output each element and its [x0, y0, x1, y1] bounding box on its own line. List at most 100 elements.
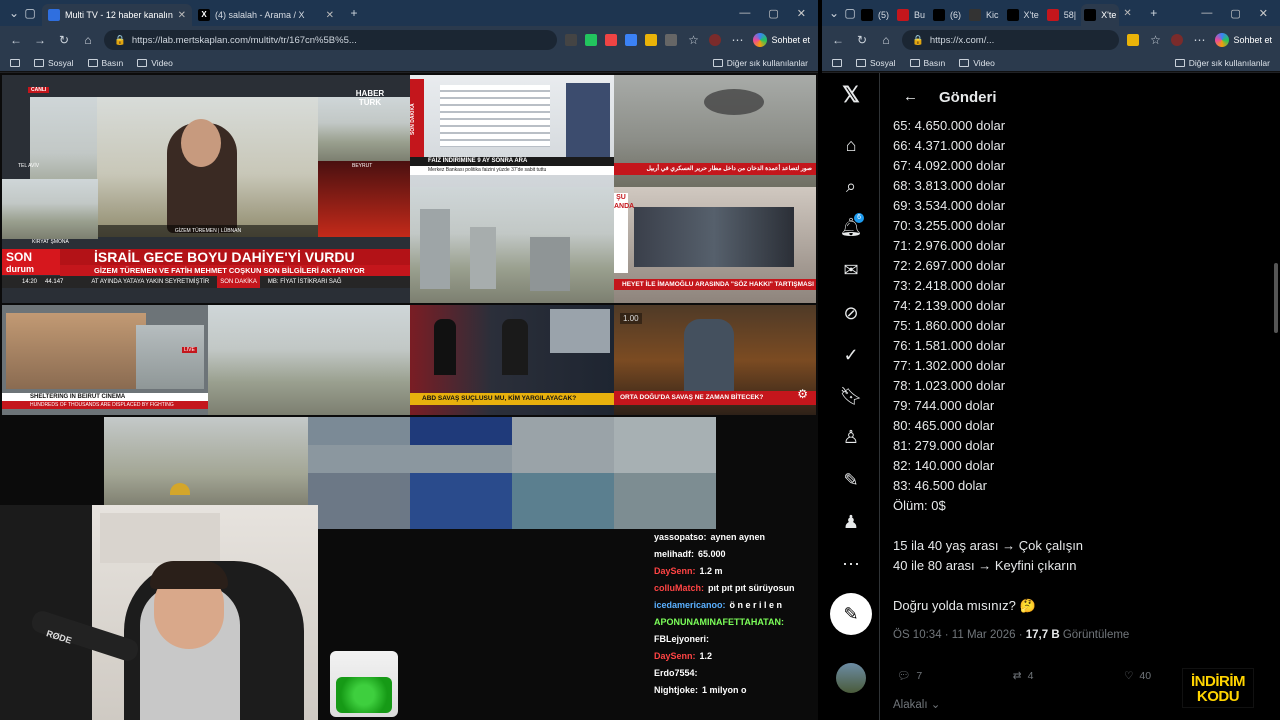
home-icon[interactable]: ⌂	[80, 33, 96, 47]
bookmark-video[interactable]: Video	[137, 58, 173, 68]
tab-actions-icon[interactable]: ⌄	[826, 6, 842, 20]
back-arrow-icon[interactable]: ←	[903, 88, 918, 105]
tv-skyline[interactable]	[410, 187, 614, 303]
notifications-bell-icon[interactable]: 🔔︎ 6	[836, 213, 866, 239]
home-icon[interactable]: ⌂	[836, 133, 866, 157]
close-window-icon[interactable]: ✕	[1259, 7, 1268, 20]
extension-icon[interactable]	[665, 34, 678, 46]
back-icon[interactable]: ←	[8, 33, 24, 47]
tv-cnbc[interactable]: SON DAKİKA FAİZ İNDİRİMİNE 9 AY SONRA AR…	[410, 75, 614, 187]
right-tab[interactable]: Bu	[894, 4, 928, 26]
chat-username[interactable]: APONUNAMINAFETTAHATAN:	[654, 617, 784, 627]
tab-x-search[interactable]: X (4) salalah - Arama / X ✕	[192, 4, 340, 26]
copilot-chat-button[interactable]: Sohbet et	[1215, 33, 1272, 47]
bookmarks-menu-icon[interactable]	[10, 58, 20, 67]
profile-avatar[interactable]	[709, 34, 722, 46]
maximize-icon[interactable]: ▢	[768, 7, 778, 20]
grok-icon[interactable]: ⊘	[836, 301, 866, 325]
tv-su-anda[interactable]: ŞU ANDA HEYET İLE İMAMOĞLU ARASINDA "SÖZ…	[614, 187, 816, 303]
chat-username[interactable]: Erdo7554:	[654, 668, 698, 678]
tab-multitv[interactable]: Multi TV - 12 haber kanalını aynı a ✕	[42, 4, 192, 26]
verified-icon[interactable]: ✓	[836, 343, 866, 367]
more-icon[interactable]: ⋯	[1191, 33, 1207, 47]
bookmark-basin[interactable]: Basın	[909, 58, 945, 68]
favorites-icon[interactable]: ☆	[1147, 33, 1163, 47]
tv-webcam-grid[interactable]	[308, 417, 716, 529]
jobs-icon[interactable]: ♙	[836, 425, 866, 449]
chat-username[interactable]: Nightjoke:	[654, 685, 698, 695]
close-tab-icon[interactable]: ✕	[178, 10, 186, 21]
tv-orta-dogu[interactable]: 1.00 ORTA DOĞU'DA SAVAŞ NE ZAMAN BİTECEK…	[614, 305, 816, 415]
favorites-icon[interactable]: ☆	[685, 33, 701, 47]
bookmarks-menu-icon[interactable]	[832, 58, 842, 67]
close-tab-icon[interactable]: ✕	[1123, 8, 1131, 19]
right-tab[interactable]: Kic	[966, 4, 1002, 26]
chat-username[interactable]: yassopatso:	[654, 532, 707, 542]
right-tab[interactable]: (6)	[930, 4, 964, 26]
tv-aljazeera[interactable]: LIVE SHELTERING IN BEIRUT CINEMA HUNDRED…	[2, 305, 208, 415]
extension-icon[interactable]	[625, 34, 638, 46]
extension-icon[interactable]	[605, 34, 618, 46]
repost-button[interactable]: ⇄ 4	[1013, 669, 1034, 682]
account-avatar[interactable]	[836, 663, 866, 693]
chat-username[interactable]: icedamericanoo:	[654, 600, 726, 610]
tv-beirut-wide[interactable]	[208, 305, 410, 415]
more-options-icon[interactable]: ⋯	[836, 552, 866, 576]
close-window-icon[interactable]: ✕	[797, 7, 806, 20]
chat-username[interactable]: DaySenn:	[654, 566, 696, 576]
bookmark-sosyal[interactable]: Sosyal	[856, 58, 896, 68]
other-favorites[interactable]: Diğer sık kullanılanlar	[1174, 58, 1270, 68]
workspaces-icon[interactable]: ▢	[22, 6, 38, 20]
new-tab-button[interactable]: +	[1146, 6, 1162, 20]
reply-button[interactable]: 💬︎ 7	[897, 669, 922, 683]
address-bar[interactable]: 🔒 https://lab.mertskaplan.com/multitv/tr…	[104, 30, 558, 50]
extension-icon[interactable]	[1127, 34, 1140, 46]
maximize-icon[interactable]: ▢	[1230, 7, 1240, 20]
forward-icon[interactable]: →	[32, 33, 48, 47]
other-favorites[interactable]: Diğer sık kullanılanlar	[712, 58, 808, 68]
more-icon[interactable]: ⋯	[729, 33, 745, 47]
scrollbar[interactable]	[1274, 263, 1278, 333]
minimize-icon[interactable]: —	[739, 7, 750, 20]
right-tab[interactable]: X'te	[1081, 4, 1120, 26]
explore-search-icon[interactable]: ⌕	[836, 174, 866, 198]
profile-icon[interactable]: ♟	[836, 510, 866, 534]
chat-username[interactable]: FBLejyoneri:	[654, 634, 709, 644]
profile-avatar[interactable]	[1171, 34, 1184, 46]
address-bar[interactable]: 🔒 https://x.com/...	[902, 30, 1120, 50]
chat-username[interactable]: melihadf:	[654, 549, 694, 559]
refresh-icon[interactable]: ↻	[56, 33, 72, 47]
sort-replies[interactable]: Alakalı ⌄	[893, 697, 940, 711]
copilot-chat-button[interactable]: Sohbet et	[753, 33, 810, 47]
tab-actions-icon[interactable]: ⌄	[6, 6, 22, 20]
bookmark-basin[interactable]: Basın	[87, 58, 123, 68]
back-icon[interactable]: ←	[830, 33, 846, 47]
compose-post-button[interactable]: ✎	[830, 593, 872, 635]
home-icon[interactable]: ⌂	[878, 33, 894, 47]
tv-studio[interactable]: ABD SAVAŞ SUÇLUSU MU, KİM YARGILAYACAK?	[410, 305, 614, 415]
right-tab[interactable]: 58|	[1044, 4, 1079, 26]
right-tab[interactable]: X'te	[1004, 4, 1042, 26]
chat-username[interactable]: colluMatch:	[654, 583, 704, 593]
tv-haberturk[interactable]: GİZEM TÜREMEN | LÜBNAN CANLI HABER TÜRK …	[2, 75, 410, 303]
extension-icon[interactable]	[585, 34, 598, 46]
x-logo-icon[interactable]: 𝕏	[836, 82, 866, 107]
bookmark-sosyal[interactable]: Sosyal	[34, 58, 74, 68]
tv-arabic[interactable]: صور لتصاعد أعمدة الدخان من داخل مطار حري…	[614, 75, 816, 187]
articles-icon[interactable]: ✎	[836, 468, 866, 492]
post-timestamp[interactable]: ÖS 10:34 · 11 Mar 2026 ·	[893, 629, 1026, 641]
bookmark-video[interactable]: Video	[959, 58, 995, 68]
bookmarks-icon[interactable]: 🔖︎	[836, 384, 866, 408]
extension-icon[interactable]	[645, 34, 658, 46]
settings-gear-icon[interactable]: ⚙	[797, 387, 808, 401]
extension-icon[interactable]	[565, 34, 578, 46]
new-tab-button[interactable]: +	[346, 6, 362, 20]
right-tab[interactable]: (5)	[858, 4, 892, 26]
refresh-icon[interactable]: ↻	[854, 33, 870, 47]
chat-username[interactable]: DaySenn:	[654, 651, 696, 661]
minimize-icon[interactable]: —	[1201, 7, 1212, 20]
messages-icon[interactable]: ✉	[836, 258, 866, 282]
like-button[interactable]: ♡ 40	[1124, 669, 1151, 682]
close-tab-icon[interactable]: ✕	[326, 10, 334, 21]
workspaces-icon[interactable]: ▢	[842, 6, 858, 20]
